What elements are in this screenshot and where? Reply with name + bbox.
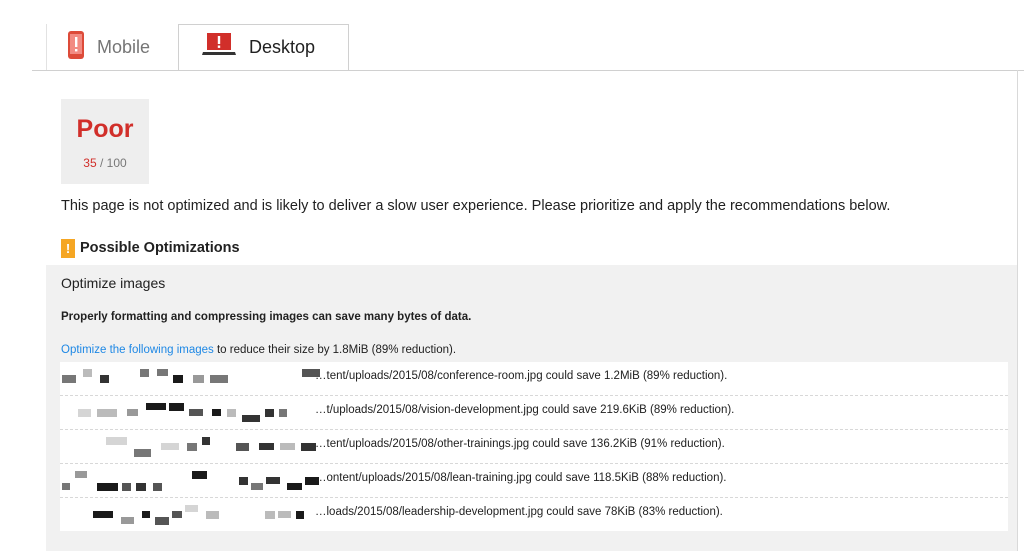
list-item: …loads/2015/08/leadership-development.jp…	[60, 498, 1008, 531]
tab-desktop[interactable]: Desktop	[178, 24, 349, 71]
list-item: …tent/uploads/2015/08/conference-room.jp…	[60, 362, 1008, 396]
redacted-url-icon	[62, 401, 312, 425]
rule-description: Properly formatting and compressing imag…	[61, 311, 472, 323]
tab-desktop-label: Desktop	[249, 37, 316, 57]
list-item-text: …ontent/uploads/2015/08/lean-training.jp…	[315, 472, 727, 484]
list-item: …t/uploads/2015/08/vision-development.jp…	[60, 396, 1008, 430]
optimizations-heading-text: Possible Optimizations	[80, 240, 240, 256]
rule-summary: Optimize the following images to reduce …	[61, 344, 456, 356]
redacted-url-icon	[62, 503, 312, 527]
list-item: …tent/uploads/2015/08/other-trainings.jp…	[60, 430, 1008, 464]
rule-summary-rest: to reduce their size by 1.8MiB (89% redu…	[213, 344, 457, 356]
tab-mobile-label: Mobile	[97, 36, 151, 57]
redacted-url-icon	[62, 367, 320, 391]
image-list: …tent/uploads/2015/08/conference-room.jp…	[60, 362, 1008, 531]
score-value: 35 / 100	[61, 156, 149, 170]
score-badge: Poor 35 / 100	[61, 99, 149, 184]
list-item-text: …tent/uploads/2015/08/conference-room.jp…	[315, 370, 728, 382]
possible-optimizations-heading: ! Possible Optimizations	[61, 238, 240, 258]
list-item-text: …t/uploads/2015/08/vision-development.jp…	[315, 404, 735, 416]
redacted-url-icon	[62, 435, 316, 459]
redacted-url-icon	[62, 469, 319, 493]
warning-icon: !	[61, 238, 75, 258]
laptop-warning-icon	[201, 32, 237, 63]
content-border	[1017, 70, 1018, 551]
phone-warning-icon	[67, 30, 85, 65]
optimize-images-panel: Optimize images Properly formatting and …	[46, 265, 1017, 551]
tab-divider	[32, 70, 1024, 71]
score-number: 35	[83, 156, 97, 170]
tab-mobile[interactable]: Mobile	[46, 24, 178, 70]
list-item-text: …tent/uploads/2015/08/other-trainings.jp…	[315, 438, 725, 450]
rule-title[interactable]: Optimize images	[61, 275, 165, 291]
page-summary: This page is not optimized and is likely…	[61, 198, 891, 214]
score-max: / 100	[100, 156, 127, 170]
list-item-text: …loads/2015/08/leadership-development.jp…	[315, 506, 723, 518]
score-label: Poor	[76, 115, 134, 143]
list-item: …ontent/uploads/2015/08/lean-training.jp…	[60, 464, 1008, 498]
optimize-images-link[interactable]: Optimize the following images	[61, 344, 214, 356]
device-tabs: Mobile Desktop	[0, 24, 1024, 71]
